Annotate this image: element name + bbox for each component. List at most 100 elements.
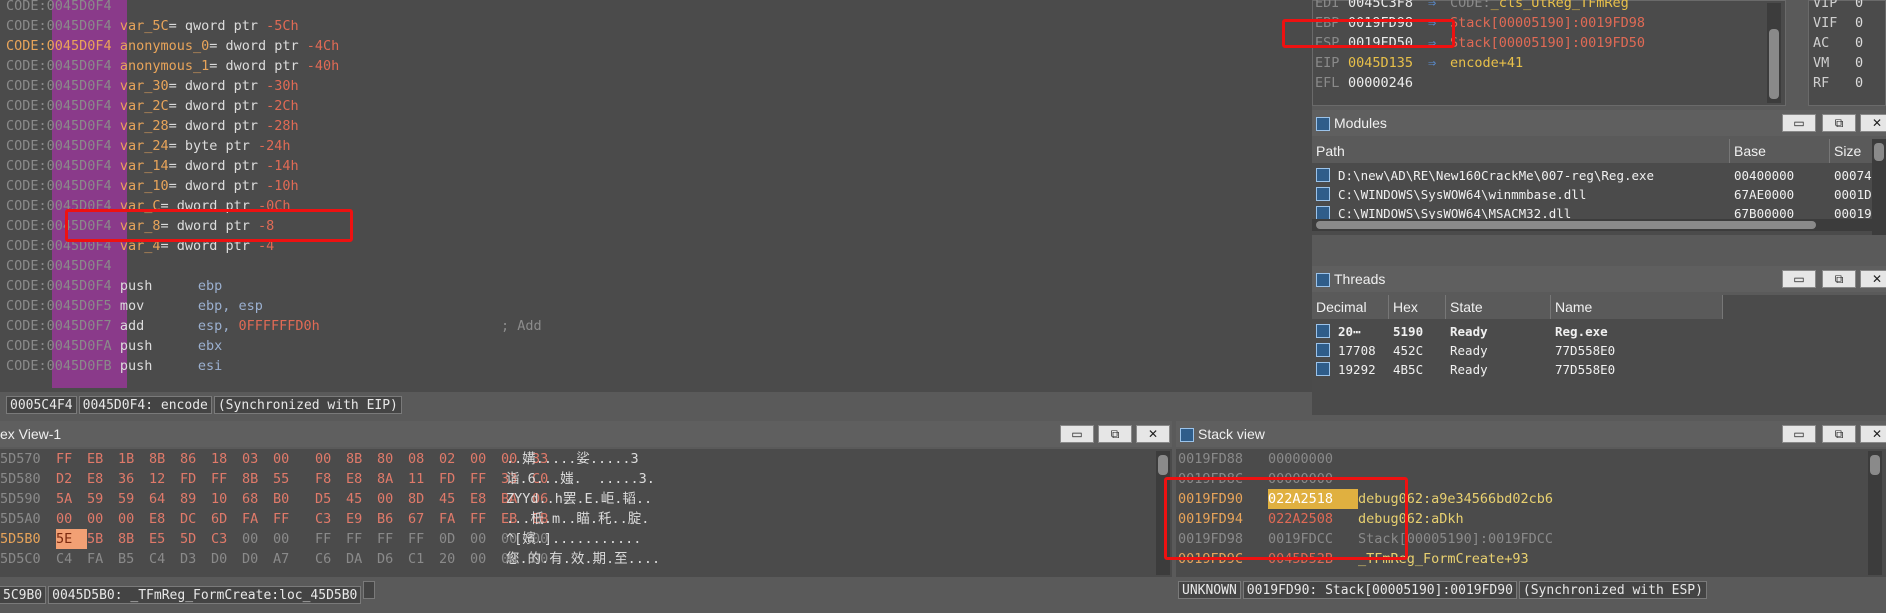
variable-name[interactable]: var_10 [120,178,169,194]
hex-byte[interactable]: 36 [118,469,149,489]
modules-close-button[interactable]: ✕ [1860,114,1886,132]
hex-byte[interactable]: 00 [377,489,408,509]
hex-byte[interactable]: 8B [118,529,149,549]
hex-byte[interactable]: 5A [56,489,87,509]
hex-byte[interactable]: A7 [273,549,315,569]
disasm-line[interactable]: CODE:0045D0F4 var_24= byte ptr -24h [6,136,291,156]
hex-byte[interactable]: FA [439,509,470,529]
register-row[interactable]: EFL 00000246 [1315,73,1745,93]
hex-byte[interactable]: FA [242,509,273,529]
hex-byte[interactable]: 00 [56,509,87,529]
flag-value[interactable]: 0 [1855,75,1863,91]
hex-byte[interactable]: 08 [408,449,439,469]
hex-byte[interactable]: B5 [118,549,149,569]
hexview-restore-button[interactable]: ▭ [1060,425,1094,443]
hex-byte[interactable]: 03 [242,449,273,469]
flag-row[interactable]: VIF 0 [1813,13,1883,33]
register-target[interactable]: encode+41 [1450,55,1523,71]
disasm-line[interactable]: CODE:0045D0F4 var_14= dword ptr -14h [6,156,299,176]
stackview-float-button[interactable]: ⧉ [1822,425,1856,443]
hex-byte[interactable]: 00 [470,529,501,549]
hex-byte[interactable]: B0 [273,489,315,509]
hex-byte[interactable]: 00 [242,529,273,549]
disasm-line[interactable]: CODE:0045D0F4 var_28= dword ptr -28h [6,116,299,136]
hex-byte[interactable]: E8 [149,509,180,529]
threads-title-bar[interactable]: Threads ▭ ⧉ ✕ [1312,266,1886,292]
hex-byte[interactable]: 8A [377,469,408,489]
hex-byte[interactable]: 20 [439,549,470,569]
variable-name[interactable]: anonymous_0 [120,38,209,54]
hex-byte[interactable]: FD [439,469,470,489]
hex-byte[interactable]: E9 [346,509,377,529]
flag-row[interactable]: VIP 0 [1813,0,1883,13]
module-path[interactable]: C:\WINDOWS\SysWOW64\winmmbase.dll [1338,185,1586,204]
disasm-line[interactable]: CODE:0045D0FB push esi [6,356,222,376]
hex-byte[interactable]: 00 [118,509,149,529]
hex-byte[interactable]: F8 [315,469,346,489]
variable-name[interactable]: var_30 [120,78,169,94]
hex-byte[interactable]: FF [470,469,501,489]
stackview-title-bar[interactable]: Stack view ▭ ⧉ ✕ [1176,421,1886,447]
variable-name[interactable]: var_14 [120,158,169,174]
hex-byte[interactable]: 5B [87,529,118,549]
modules-float-button[interactable]: ⧉ [1822,114,1856,132]
modules-hscrollbar[interactable] [1312,219,1874,231]
hexview-title-bar[interactable]: ex View-1 ▭ ⧉ ✕ [0,421,1172,447]
hex-byte[interactable]: 8B [149,449,180,469]
threads-float-button[interactable]: ⧉ [1822,270,1856,288]
hex-byte[interactable]: 5E [56,529,87,549]
register-value[interactable]: 0045C3F8 [1348,0,1428,13]
hex-row[interactable]: 5D570 FF EB 1B 8B 86 18 03 00 00 8B 80 08 02 00 00 33 ..媾… [0,449,1150,469]
hex-byte[interactable]: FF [408,529,439,549]
hex-byte[interactable]: 59 [118,489,149,509]
modules-col-size[interactable]: Size [1830,139,1874,163]
hex-byte[interactable]: 11 [408,469,439,489]
register-target[interactable]: _cls_UtReg_TFmReg [1491,0,1629,11]
hex-byte[interactable]: 80 [377,449,408,469]
hex-byte[interactable]: 5D [180,529,211,549]
flag-value[interactable]: 0 [1855,35,1863,51]
hex-byte[interactable]: 00 [470,549,501,569]
register-row[interactable]: EIP 0045D135 ⇒ encode+41 [1315,53,1745,73]
variable-name[interactable]: var_2C [120,98,169,114]
hex-byte[interactable]: 12 [149,469,180,489]
hex-byte[interactable]: E8 [87,469,118,489]
hex-byte[interactable]: C4 [149,549,180,569]
disasm-line[interactable]: CODE:0045D0F4 var_10= dword ptr -10h [6,176,299,196]
hexview-float-button[interactable]: ⧉ [1098,425,1132,443]
flag-row[interactable]: RF 0 [1813,73,1883,93]
thread-decimal[interactable]: 19292 [1338,360,1376,379]
hex-byte[interactable]: DC [180,509,211,529]
hex-byte[interactable]: C3 [211,529,242,549]
hex-byte[interactable]: 8B [242,469,273,489]
stack-value[interactable]: 00000000 [1268,449,1358,469]
hex-byte[interactable]: E8 [470,489,501,509]
hex-byte[interactable]: D5 [315,489,346,509]
modules-vscrollbar[interactable] [1872,139,1886,235]
stack-row[interactable]: 0019FD88 00000000 [1178,449,1858,469]
hex-byte[interactable]: 59 [87,489,118,509]
variable-name[interactable]: var_24 [120,138,169,154]
hex-byte[interactable]: 8D [408,489,439,509]
stackview-scrollbar[interactable] [1868,451,1882,575]
hex-byte[interactable]: 10 [211,489,242,509]
disassembly-view[interactable]: CODE:0045D0F4 CODE:0045D0F4 var_5C= qwor… [0,0,1290,392]
register-target[interactable]: Stack[00005190]:0019FD98 [1450,15,1645,31]
hex-row[interactable]: 5D580 D2 E8 36 12 FD FF 8B 55 F8 E8 8A 11 FD FF 33 C0 诣.6… [0,469,1150,489]
hex-byte[interactable]: 02 [439,449,470,469]
flag-value[interactable]: 0 [1855,15,1863,31]
hex-byte[interactable]: 0D [439,529,470,549]
hex-byte[interactable]: 18 [211,449,242,469]
hex-byte[interactable]: 00 [470,449,501,469]
variable-name[interactable]: var_5C [120,18,169,34]
hex-byte[interactable]: FF [470,509,501,529]
hex-byte[interactable]: 86 [180,449,211,469]
threads-col-name[interactable]: Name [1551,295,1723,319]
stackview-close-button[interactable]: ✕ [1860,425,1886,443]
hex-row[interactable]: 5D5B0 5E 5B 8B E5 5D C3 00 00 FF FF FF FF 0D 00 00 00 ^[嬪… [0,529,1150,549]
hex-byte[interactable]: 64 [149,489,180,509]
hex-byte[interactable]: C4 [56,549,87,569]
hex-row[interactable]: 5D590 5A 59 59 64 89 10 68 B0 D5 45 00 8D 45 E8 BA 06 ZYY… [0,489,1150,509]
hex-byte[interactable]: FF [211,469,242,489]
disasm-line[interactable]: CODE:0045D0F4 var_2C= dword ptr -2Ch [6,96,299,116]
